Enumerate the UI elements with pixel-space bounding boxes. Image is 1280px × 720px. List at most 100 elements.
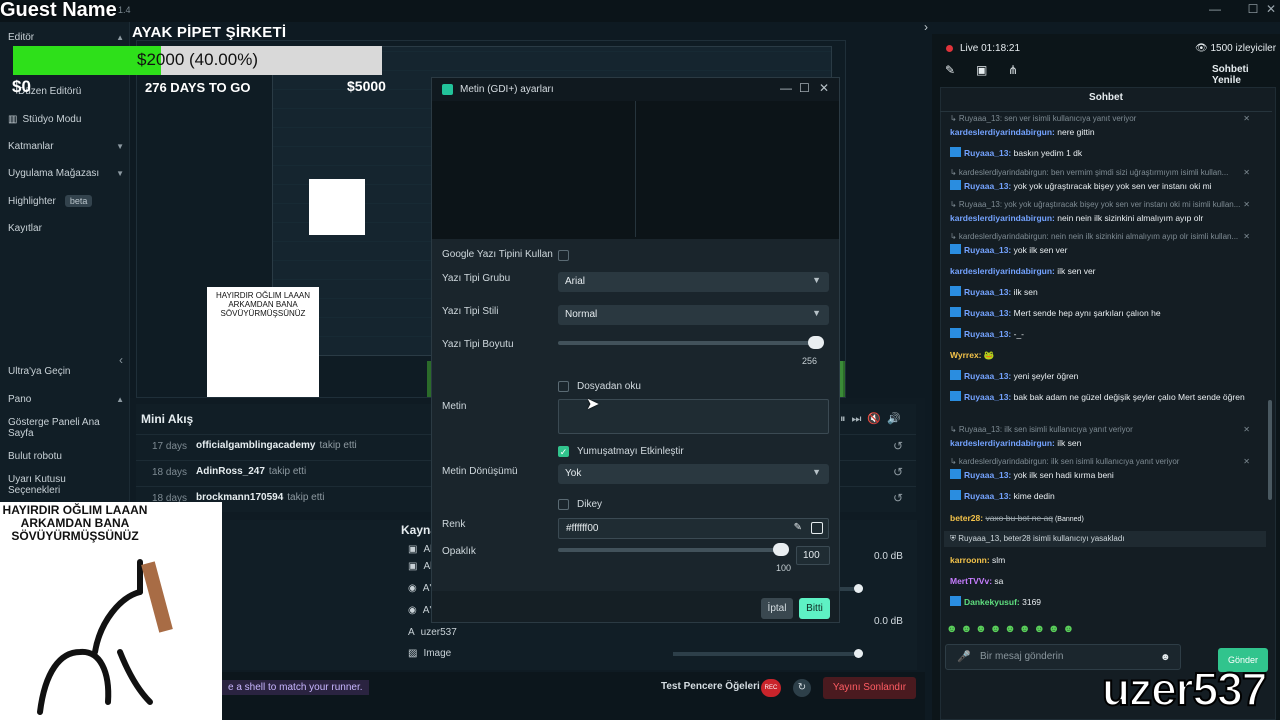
sidebar-item-cloudbot[interactable]: Bulut robotu bbox=[8, 451, 124, 462]
source-item[interactable]: ◉ A' bbox=[408, 583, 431, 594]
vertical-label: Dikey bbox=[577, 499, 603, 510]
stream-title-overlay: AYAK PİPET ŞİRKETİ bbox=[132, 24, 287, 41]
mixer-db-readout: 0.0 dB bbox=[874, 551, 903, 562]
sidebar-collapse-button[interactable]: ‹ bbox=[119, 353, 123, 367]
chat-username[interactable]: Ruyaaa_13: bbox=[964, 287, 1014, 297]
edit-icon[interactable]: ✎ bbox=[945, 63, 955, 77]
end-stream-button[interactable]: Yayını Sonlandır bbox=[823, 677, 916, 699]
chat-message: Ruyaaa_13: yok ilk sen ver bbox=[950, 244, 1260, 256]
volume-slider[interactable] bbox=[673, 649, 863, 658]
chevron-right-icon[interactable]: › bbox=[924, 20, 928, 34]
maximize-button[interactable]: ☐ bbox=[1243, 2, 1263, 16]
close-reply-icon[interactable]: ✕ bbox=[1243, 200, 1250, 209]
smoothing-checkbox[interactable]: ✓ bbox=[558, 446, 569, 457]
sidebar-item-layout-editor[interactable]: Düzen Editörü bbox=[18, 86, 134, 97]
chat-username[interactable]: Ruyaaa_13: bbox=[964, 308, 1014, 318]
chat-username[interactable]: kardeslerdiyarindabirgun: bbox=[950, 438, 1057, 448]
microphone-icon[interactable]: 🎤 bbox=[957, 650, 971, 663]
sidebar-item-recordings[interactable]: Kayıtlar bbox=[8, 223, 124, 234]
chat-username[interactable]: MertTVVv: bbox=[950, 576, 994, 586]
goal-min-label: $0 bbox=[12, 77, 31, 96]
close-button[interactable]: ✕ bbox=[1261, 2, 1280, 16]
done-button[interactable]: Bitti bbox=[799, 598, 830, 619]
replay-alert-icon[interactable]: ↺ bbox=[893, 465, 903, 479]
source-item[interactable]: ▣ Al bbox=[408, 544, 432, 555]
minimize-button[interactable]: — bbox=[1205, 2, 1225, 16]
sidebar-item-studio-mode[interactable]: ▥ Stüdyo Modu bbox=[8, 114, 124, 125]
goal-max-label: $5000 bbox=[347, 78, 386, 94]
chat-username[interactable]: Ruyaaa_13: bbox=[964, 392, 1014, 402]
chat-username[interactable]: Dankekyusuf: bbox=[964, 597, 1022, 607]
dialog-close-button[interactable]: ✕ bbox=[819, 81, 829, 95]
color-swatch[interactable] bbox=[811, 522, 823, 534]
vertical-checkbox[interactable] bbox=[558, 499, 569, 510]
chat-username[interactable]: Ruyaaa_13: bbox=[964, 245, 1014, 255]
chevron-down-icon: ▼ bbox=[812, 467, 821, 477]
close-reply-icon[interactable]: ✕ bbox=[1243, 425, 1250, 434]
chat-username[interactable]: Ruyaaa_13: bbox=[964, 181, 1014, 191]
opacity-label: Opaklık bbox=[442, 546, 476, 557]
source-item[interactable]: ▨ Image bbox=[408, 648, 451, 659]
sidebar-item-app-store[interactable]: Uygulama Mağazası ▼ bbox=[8, 168, 124, 179]
chat-message: Ruyaaa_13: yok yok uğraştıracak bişey yo… bbox=[950, 180, 1260, 192]
eyedropper-icon[interactable]: ✎ bbox=[794, 522, 802, 533]
mini-feed-controls[interactable]: ⏸⏭🔇🔊 bbox=[840, 412, 907, 426]
chat-message: Ruyaaa_13: yok ilk sen hadi kırma beni bbox=[950, 469, 1260, 481]
image-icon: ▣ bbox=[408, 544, 418, 555]
chat-username[interactable]: Wyrrex: bbox=[950, 350, 984, 360]
google-font-checkbox[interactable] bbox=[558, 250, 569, 261]
share-icon[interactable]: ⋔ bbox=[1008, 63, 1018, 77]
chat-username[interactable]: beter28: bbox=[950, 513, 985, 523]
source-item[interactable]: ◉ A' bbox=[408, 605, 431, 616]
replay-alert-icon[interactable]: ↺ bbox=[893, 491, 903, 505]
goal-progress-text: $2000 (40.00%) bbox=[137, 50, 258, 69]
chat-username[interactable]: Ruyaaa_13: bbox=[964, 148, 1014, 158]
sidebar-item-editor[interactable]: Editör ▲ bbox=[8, 32, 124, 43]
close-reply-icon[interactable]: ✕ bbox=[1243, 168, 1250, 177]
dialog-minimize-button[interactable]: — bbox=[780, 81, 792, 95]
font-style-label: Yazı Tipi Stili bbox=[442, 306, 499, 317]
chat-username[interactable]: kardeslerdiyarindabirgun: bbox=[950, 127, 1057, 137]
badge-icon bbox=[950, 244, 961, 254]
sidebar-item-dashboard-home[interactable]: Gösterge Paneli Ana Sayfa bbox=[8, 417, 108, 439]
dialog-maximize-button[interactable]: ☐ bbox=[799, 81, 810, 95]
sidebar-item-layers[interactable]: Katmanlar ▼ bbox=[8, 141, 124, 152]
sidebar-item-highlighter[interactable]: Highlighter beta bbox=[8, 195, 124, 207]
record-button[interactable]: REC bbox=[761, 679, 781, 697]
emote-bar[interactable]: ☻☻☻☻☻☻☻☻☻ bbox=[946, 623, 1077, 635]
source-item[interactable]: Auzer537 bbox=[408, 627, 457, 638]
clip-icon[interactable]: ▣ bbox=[976, 63, 987, 77]
chat-scrollbar[interactable] bbox=[1268, 400, 1272, 500]
chat-username[interactable]: Ruyaaa_13: bbox=[964, 371, 1014, 381]
close-reply-icon[interactable]: ✕ bbox=[1243, 232, 1250, 241]
font-size-slider[interactable] bbox=[558, 336, 824, 349]
sidebar-item-dashboard[interactable]: Pano ▲ bbox=[8, 394, 124, 405]
sidebar-item-alertbox[interactable]: Uyarı Kutusu Seçenekleri bbox=[8, 474, 98, 496]
opacity-slider[interactable] bbox=[558, 543, 789, 556]
chat-username[interactable]: Ruyaaa_13: bbox=[964, 491, 1014, 501]
close-reply-icon[interactable]: ✕ bbox=[1243, 457, 1250, 466]
color-input[interactable]: #ffffff00 ✎ bbox=[558, 518, 829, 539]
chat-username[interactable]: kardeslerdiyarindabirgun: bbox=[950, 213, 1057, 223]
source-item[interactable]: ▣ Al bbox=[408, 561, 432, 572]
chat-username[interactable]: Ruyaaa_13: bbox=[964, 329, 1014, 339]
chat-username[interactable]: karroonn: bbox=[950, 555, 992, 565]
opacity-input[interactable]: 100 bbox=[796, 546, 830, 565]
read-from-file-checkbox[interactable] bbox=[558, 381, 569, 392]
test-widgets-label[interactable]: Test Pencere Öğeleri bbox=[661, 681, 760, 692]
cancel-button[interactable]: İptal bbox=[761, 598, 793, 619]
font-family-select[interactable]: Arial ▼ bbox=[558, 272, 829, 292]
refresh-chat-button[interactable]: Sohbeti Yenile bbox=[1212, 64, 1280, 86]
sidebar-item-ultra[interactable]: Ultra'ya Geçin bbox=[8, 366, 124, 377]
days-to-go-label: 276 DAYS TO GO bbox=[145, 80, 251, 95]
columns-icon: ▥ bbox=[8, 114, 18, 125]
text-transform-select[interactable]: Yok ▼ bbox=[558, 464, 829, 484]
replay-alert-icon[interactable]: ↺ bbox=[893, 439, 903, 453]
font-style-select[interactable]: Normal ▼ bbox=[558, 305, 829, 325]
chat-text: yok yok uğraştıracak bişey yok sen ver i… bbox=[1013, 181, 1212, 191]
chat-message: kardeslerdiyarindabirgun: ilk sen bbox=[950, 437, 1260, 449]
close-reply-icon[interactable]: ✕ bbox=[1243, 114, 1250, 123]
replay-buffer-icon[interactable]: ↻ bbox=[793, 679, 811, 697]
chat-username[interactable]: kardeslerdiyarindabirgun: bbox=[950, 266, 1057, 276]
chat-username[interactable]: Ruyaaa_13: bbox=[964, 470, 1014, 480]
